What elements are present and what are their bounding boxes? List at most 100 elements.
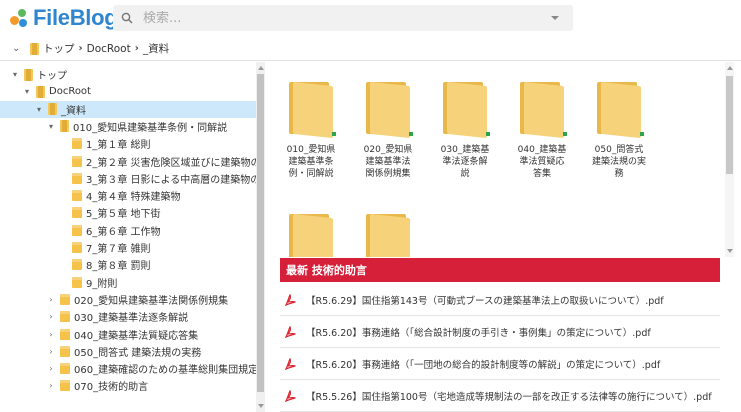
folder-tile[interactable]: 020_愛知県 建築基準法 関係例規集 <box>353 62 423 192</box>
tree-item[interactable]: 4_第４章 特殊建築物 <box>0 187 256 204</box>
breadcrumb-item-top[interactable]: トップ <box>30 41 75 56</box>
folder-tile[interactable]: 050_問答式 建築法規の実務 <box>584 62 654 192</box>
advice-link[interactable]: 【R5.5.26】国住指第100号（宅地造成等規制法の一部を改正する法律等の施行… <box>306 389 712 403</box>
logo-text: FileBlog <box>33 5 118 30</box>
scroll-thumb[interactable] <box>726 76 733 174</box>
scroll-up-icon[interactable] <box>257 66 264 70</box>
folder-label-line: 務 <box>614 169 624 179</box>
breadcrumb-item-current[interactable]: _資料 <box>143 41 169 56</box>
folder-tile[interactable]: 030_建築基 準法逐条解説 <box>430 62 500 192</box>
folder-label-line: 準法質疑応 <box>519 157 565 167</box>
scroll-up-icon[interactable] <box>726 66 733 70</box>
tree-scrollbar[interactable] <box>256 62 265 412</box>
tree-item[interactable]: 7_第７章 雑則 <box>0 239 256 256</box>
grid-scrollbar[interactable] <box>725 62 734 257</box>
folder-label: 010_愛知県 建築基準条 例・同解説 <box>276 144 346 180</box>
tree-item[interactable]: 5_第５章 地下街 <box>0 204 256 221</box>
breadcrumb-item-docroot[interactable]: DocRoot <box>87 43 131 55</box>
chevron-down-icon[interactable]: ▾ <box>10 70 20 79</box>
folder-grid: 010_愛知県 建築基準条 例・同解説 020_愛知県 建築基準法 関係例規集 030_建築… <box>270 62 725 257</box>
folder-label: 040_建築基 準法質疑応答集 <box>507 144 577 180</box>
tree-item[interactable]: 6_第６章 工作物 <box>0 222 256 239</box>
tree-item[interactable]: › 070_技術的助言 <box>0 377 256 394</box>
advice-list: 【R5.6.29】国住指第143号（可動式ブースの建築基準法上の取扱いについて）… <box>280 284 720 412</box>
tree-item[interactable]: ▾ 010_愛知県建築基準条例・同解説 <box>0 118 256 135</box>
folder-icon <box>443 81 490 139</box>
folder-closed-icon <box>72 207 82 219</box>
folder-label-line: 030_建築基 <box>440 145 490 155</box>
chevron-right-icon[interactable]: › <box>46 364 56 373</box>
folder-tile[interactable] <box>276 194 346 257</box>
advice-list-item[interactable]: 【R5.6.20】事務連絡（「一団地の総合的設計制度等の解説」の策定について）.… <box>280 348 720 380</box>
tree-item[interactable]: ▾ DocRoot <box>0 83 256 100</box>
folder-tile[interactable]: 040_建築基 準法質疑応答集 <box>507 62 577 192</box>
breadcrumb-label: _資料 <box>142 43 170 55</box>
folder-closed-icon <box>60 311 70 323</box>
tree-item-label: 3_第３章 日影による中高層の建築物の高さの <box>86 174 256 186</box>
tree-item[interactable]: 1_第１章 総則 <box>0 135 256 152</box>
tree-item-label: 1_第１章 総則 <box>86 140 151 152</box>
chevron-down-icon[interactable] <box>551 16 559 20</box>
chevron-right-icon[interactable]: › <box>46 295 56 304</box>
tree-item-label: 070_技術的助言 <box>74 382 149 394</box>
folder-closed-icon <box>60 328 70 340</box>
advice-list-item[interactable]: 【R5.5.26】国住指第100号（宅地造成等規制法の一部を改正する法律等の施行… <box>280 380 720 412</box>
chevron-down-icon[interactable]: ▾ <box>22 87 32 96</box>
tree-item-label: 6_第６章 工作物 <box>86 226 161 238</box>
breadcrumb-label: DocRoot <box>86 42 131 55</box>
folder-closed-icon <box>60 380 70 392</box>
scroll-thumb[interactable] <box>257 74 264 392</box>
chevron-right-icon[interactable]: › <box>46 330 56 339</box>
chevron-down-icon[interactable]: ▾ <box>34 105 44 114</box>
chevron-down-icon[interactable]: ▾ <box>46 122 56 131</box>
folder-closed-icon <box>72 242 82 253</box>
tree-item[interactable]: › 040_建築基準法質疑応答集 <box>0 326 256 343</box>
folder-closed-icon <box>60 293 70 305</box>
scroll-down-icon[interactable] <box>257 404 264 408</box>
advice-link[interactable]: 【R5.6.20】事務連絡（「総合設計制度の手引き・事例集」の策定について）.p… <box>306 325 651 339</box>
advice-link[interactable]: 【R5.6.29】国住指第143号（可動式ブースの建築基準法上の取扱いについて）… <box>306 293 664 307</box>
logo[interactable]: FileBlog <box>8 3 118 33</box>
folder-closed-icon <box>60 345 70 357</box>
tree-item[interactable]: › 060_建築確認のための基準総則集団規定の適用 <box>0 360 256 377</box>
chevron-right-icon[interactable]: › <box>46 347 56 356</box>
folder-icon <box>30 42 39 55</box>
tree-item[interactable]: 2_第２章 災害危険区域並びに建築物の敷地 <box>0 153 256 170</box>
scroll-down-icon[interactable] <box>726 249 733 253</box>
chevron-right-icon[interactable]: › <box>46 381 56 390</box>
folder-closed-icon <box>72 138 82 150</box>
tree-item[interactable]: 3_第３章 日影による中高層の建築物の高さの <box>0 170 256 187</box>
search-icon <box>121 12 133 24</box>
folder-label-line: 答集 <box>532 169 551 179</box>
tree-item[interactable]: › 050_問答式 建築法規の実務 <box>0 343 256 360</box>
breadcrumb-toggle-icon[interactable]: ⌄ <box>12 43 22 54</box>
folder-label-line: 040_建築基 <box>517 145 567 155</box>
folder-closed-icon <box>72 259 82 271</box>
folder-closed-icon <box>60 363 70 375</box>
advice-link[interactable]: 【R5.6.20】事務連絡（「一団地の総合的設計制度等の解説」の策定について）.… <box>306 357 660 371</box>
tree-item[interactable]: ▾ トップ <box>0 66 256 83</box>
folder-label: 050_問答式 建築法規の実務 <box>584 144 654 180</box>
tree-item[interactable]: › 020_愛知県建築基準法関係例規集 <box>0 291 256 308</box>
pdf-icon <box>285 293 296 306</box>
tree-item-label: トップ <box>37 71 67 82</box>
advice-list-item[interactable]: 【R5.6.29】国住指第143号（可動式ブースの建築基準法上の取扱いについて）… <box>280 284 720 316</box>
tree-item[interactable]: 9_附則 <box>0 274 256 291</box>
folder-icon <box>597 81 644 139</box>
folder-tile[interactable]: 010_愛知県 建築基準条 例・同解説 <box>276 62 346 192</box>
search-input[interactable] <box>143 10 543 26</box>
advice-list-item[interactable]: 【R5.6.20】事務連絡（「総合設計制度の手引き・事例集」の策定について）.p… <box>280 316 720 348</box>
folder-tile[interactable] <box>353 194 423 257</box>
folder-icon <box>60 120 69 133</box>
tree-item-label: 010_愛知県建築基準条例・同解説 <box>73 122 228 134</box>
folder-closed-icon <box>72 190 82 202</box>
tree-item[interactable]: ▾ _資料 <box>0 100 256 118</box>
advice-header: 最新 技術的助言 <box>280 258 720 282</box>
app: FileBlog ⌄ トップ › DocRoot › _資料 ▾ トップ ▾ DocR… <box>0 0 741 412</box>
header: FileBlog <box>0 0 741 36</box>
tree-item[interactable]: › 030_建築基準法逐条解説 <box>0 308 256 325</box>
search-box[interactable] <box>113 5 573 31</box>
chevron-right-icon[interactable]: › <box>46 312 56 321</box>
folder-label-line: 050_問答式 <box>594 145 644 155</box>
tree-item[interactable]: 8_第８章 罰則 <box>0 256 256 273</box>
